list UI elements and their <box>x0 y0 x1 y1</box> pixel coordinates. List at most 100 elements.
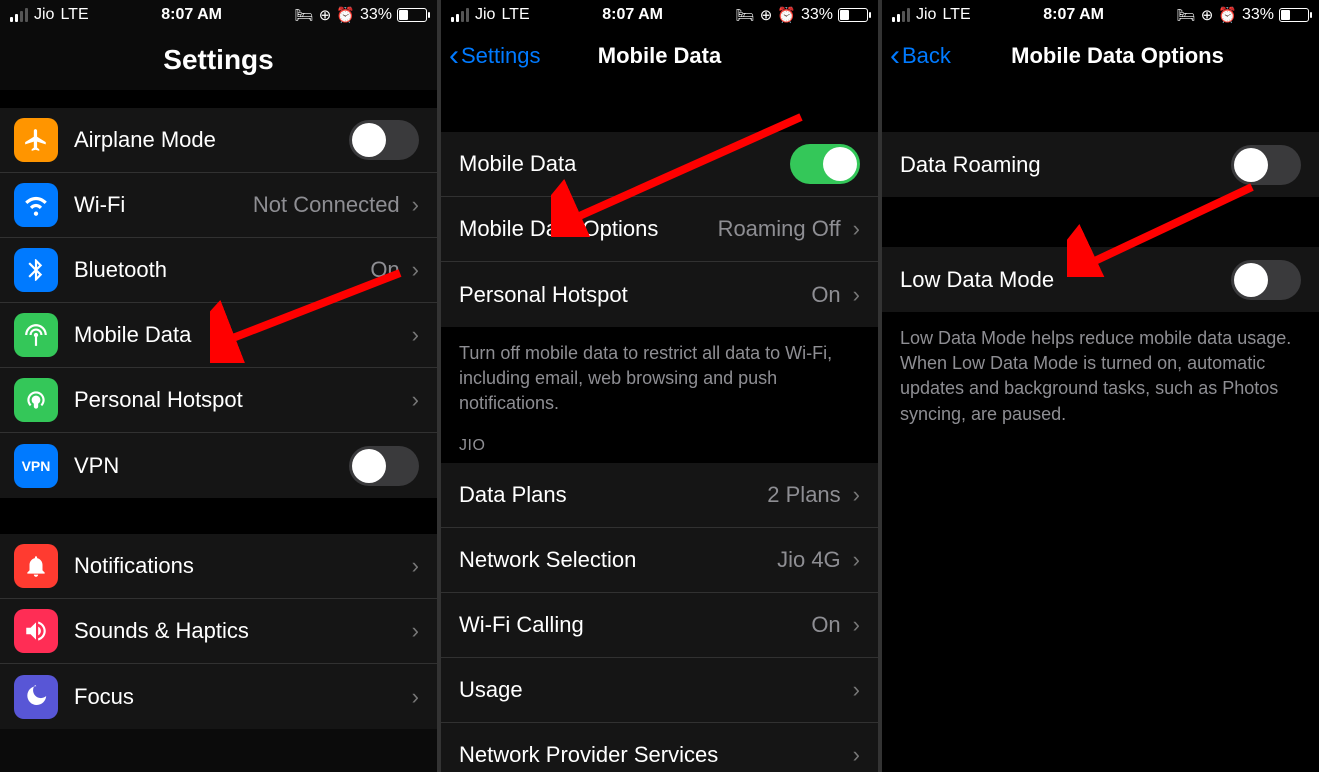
back-label: Settings <box>461 43 541 69</box>
speaker-icon <box>14 609 58 653</box>
toggle-mobile-data[interactable] <box>790 144 860 184</box>
row-label: Wi-Fi Calling <box>459 612 811 638</box>
screen-settings: Jio LTE 8:07 AM 🛏 ⊕ ⏰ 33% Settings Airpl… <box>0 0 437 772</box>
carrier-label: Jio <box>475 6 495 24</box>
back-label: Back <box>902 43 951 69</box>
row-label: Personal Hotspot <box>459 282 811 308</box>
signal-icon <box>10 8 28 22</box>
row-label: Focus <box>74 684 408 710</box>
back-button[interactable]: ‹ Back <box>882 41 951 71</box>
row-provider-services[interactable]: Network Provider Services › <box>441 723 878 772</box>
battery-pct: 33% <box>1242 6 1274 24</box>
row-label: Sounds & Haptics <box>74 618 408 644</box>
row-data-plans[interactable]: Data Plans 2 Plans › <box>441 463 878 528</box>
network-label: LTE <box>60 6 88 24</box>
row-focus[interactable]: Focus › <box>0 664 437 729</box>
chevron-right-icon: › <box>853 482 860 508</box>
row-vpn[interactable]: VPN VPN <box>0 433 437 498</box>
row-label: Network Selection <box>459 547 777 573</box>
orientation-lock-icon: ⊕ <box>319 6 332 24</box>
airplane-icon <box>14 118 58 162</box>
row-mobile-data-toggle[interactable]: Mobile Data <box>441 132 878 197</box>
alarm-icon: ⏰ <box>336 6 355 24</box>
chevron-right-icon: › <box>412 618 419 644</box>
row-data-roaming[interactable]: Data Roaming <box>882 132 1319 197</box>
battery-icon <box>838 8 868 22</box>
screen-mobile-data-options: Jio LTE 8:07 AM 🛏 ⊕ ⏰ 33% ‹ Back Mobile … <box>882 0 1319 772</box>
row-label: Notifications <box>74 553 408 579</box>
toggle-vpn[interactable] <box>349 446 419 486</box>
back-button[interactable]: ‹ Settings <box>441 41 541 71</box>
alarm-icon: ⏰ <box>1218 6 1237 24</box>
row-detail: Not Connected <box>253 192 400 218</box>
footer-text: Low Data Mode helps reduce mobile data u… <box>882 312 1319 435</box>
bed-icon: 🛏 <box>736 6 755 24</box>
wifi-icon <box>14 183 58 227</box>
chevron-right-icon: › <box>853 216 860 242</box>
row-wifi[interactable]: Wi-Fi Not Connected › <box>0 173 437 238</box>
row-detail: Roaming Off <box>718 216 841 242</box>
bell-icon <box>14 544 58 588</box>
toggle-low-data-mode[interactable] <box>1231 260 1301 300</box>
chevron-right-icon: › <box>853 547 860 573</box>
signal-icon <box>451 8 469 22</box>
row-mobile-data[interactable]: Mobile Data › <box>0 303 437 368</box>
orientation-lock-icon: ⊕ <box>760 6 773 24</box>
alarm-icon: ⏰ <box>777 6 796 24</box>
page-title: Mobile Data Options <box>1011 43 1224 69</box>
row-personal-hotspot[interactable]: Personal Hotspot On › <box>441 262 878 327</box>
row-label: VPN <box>74 453 349 479</box>
row-detail: 2 Plans <box>767 482 840 508</box>
row-detail: On <box>811 282 840 308</box>
row-airplane[interactable]: Airplane Mode <box>0 108 437 173</box>
row-sounds[interactable]: Sounds & Haptics › <box>0 599 437 664</box>
battery-pct: 33% <box>360 6 392 24</box>
clock-label: 8:07 AM <box>602 6 663 24</box>
toggle-data-roaming[interactable] <box>1231 145 1301 185</box>
chevron-left-icon: ‹ <box>449 41 459 71</box>
clock-label: 8:07 AM <box>161 6 222 24</box>
row-low-data-mode[interactable]: Low Data Mode <box>882 247 1319 312</box>
row-usage[interactable]: Usage › <box>441 658 878 723</box>
vpn-icon: VPN <box>14 444 58 488</box>
page-title: Mobile Data <box>598 43 721 69</box>
battery-icon <box>1279 8 1309 22</box>
row-network-selection[interactable]: Network Selection Jio 4G › <box>441 528 878 593</box>
group-header: JIO <box>441 425 878 463</box>
row-notifications[interactable]: Notifications › <box>0 534 437 599</box>
row-label: Usage <box>459 677 849 703</box>
signal-icon <box>892 8 910 22</box>
screen-mobile-data: Jio LTE 8:07 AM 🛏 ⊕ ⏰ 33% ‹ Settings Mob… <box>441 0 878 772</box>
row-label: Data Roaming <box>900 152 1231 178</box>
chevron-right-icon: › <box>412 684 419 710</box>
chevron-right-icon: › <box>853 742 860 768</box>
row-hotspot[interactable]: Personal Hotspot › <box>0 368 437 433</box>
row-detail: On <box>811 612 840 638</box>
orientation-lock-icon: ⊕ <box>1201 6 1214 24</box>
chevron-right-icon: › <box>853 677 860 703</box>
network-label: LTE <box>501 6 529 24</box>
chevron-right-icon: › <box>412 322 419 348</box>
battery-icon <box>397 8 427 22</box>
bed-icon: 🛏 <box>1177 6 1196 24</box>
row-label: Personal Hotspot <box>74 387 408 413</box>
chevron-right-icon: › <box>412 387 419 413</box>
row-bluetooth[interactable]: Bluetooth On › <box>0 238 437 303</box>
row-wifi-calling[interactable]: Wi-Fi Calling On › <box>441 593 878 658</box>
row-detail: Jio 4G <box>777 547 841 573</box>
cellular-icon <box>14 313 58 357</box>
row-mobile-data-options[interactable]: Mobile Data Options Roaming Off › <box>441 197 878 262</box>
chevron-left-icon: ‹ <box>890 41 900 71</box>
row-label: Mobile Data <box>459 151 790 177</box>
row-label: Network Provider Services <box>459 742 849 768</box>
page-title: Settings <box>0 44 437 76</box>
chevron-right-icon: › <box>853 612 860 638</box>
chevron-right-icon: › <box>412 553 419 579</box>
row-label: Wi-Fi <box>74 192 253 218</box>
row-label: Airplane Mode <box>74 127 349 153</box>
clock-label: 8:07 AM <box>1043 6 1104 24</box>
carrier-label: Jio <box>34 6 54 24</box>
toggle-airplane[interactable] <box>349 120 419 160</box>
moon-icon <box>14 675 58 719</box>
battery-pct: 33% <box>801 6 833 24</box>
